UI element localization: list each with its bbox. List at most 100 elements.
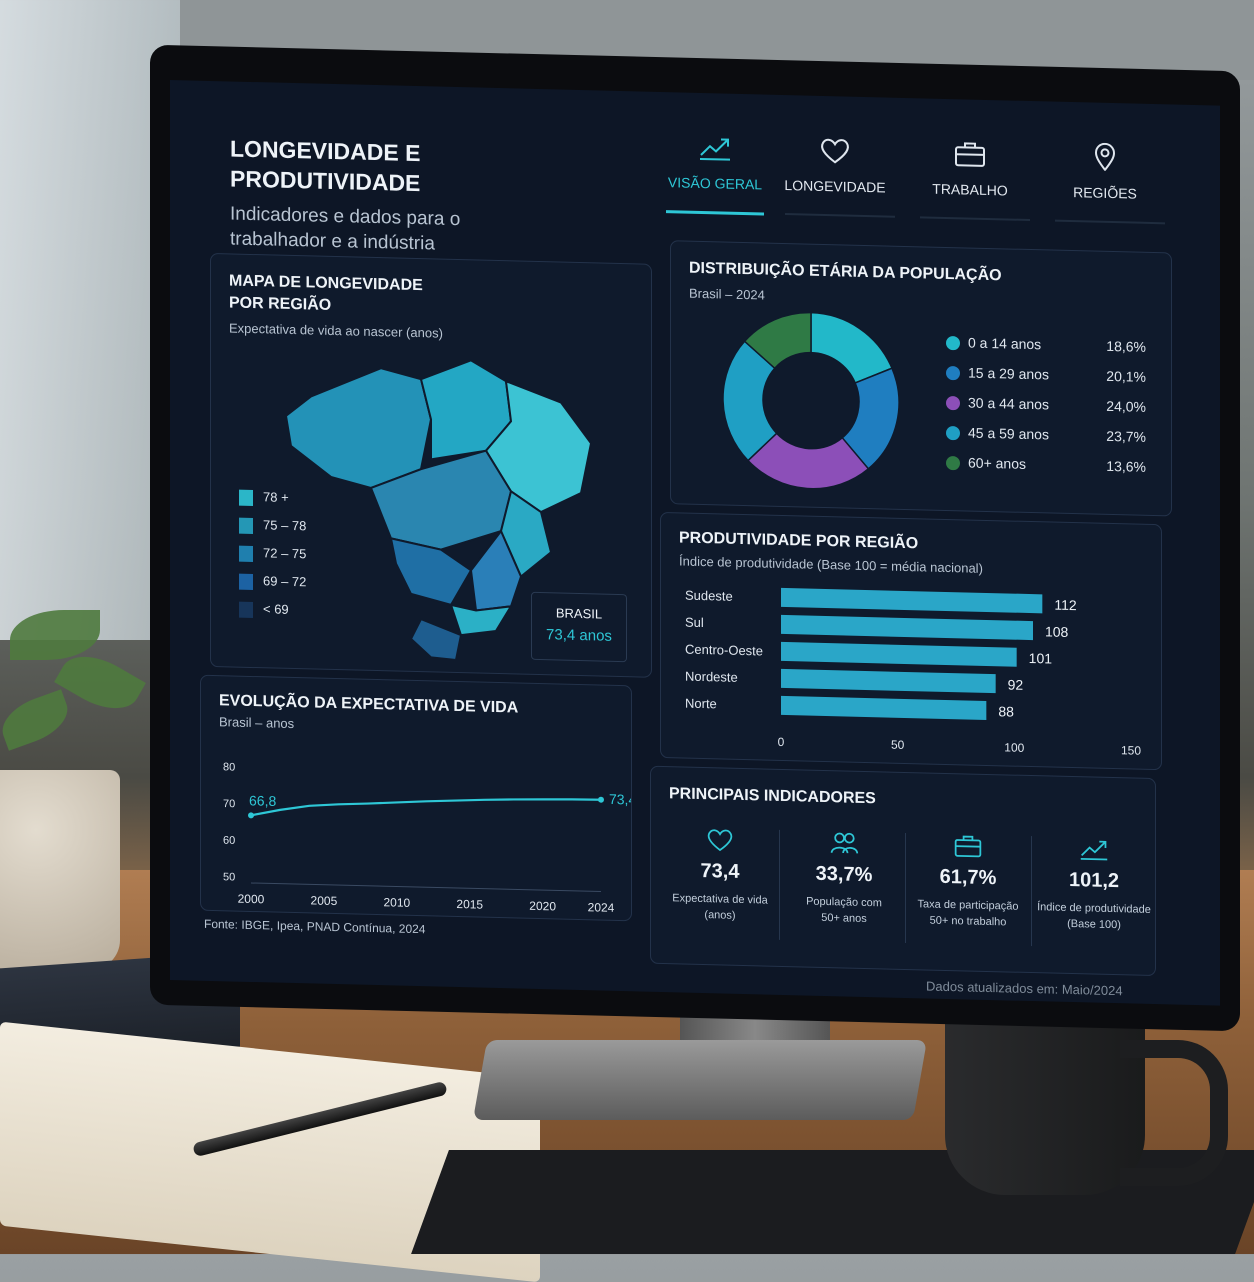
legend-item: 72 – 75 [239, 545, 306, 563]
indicator-value: 61,7% [939, 865, 997, 890]
legend-dot [946, 396, 960, 411]
legend-label: 69 – 72 [263, 573, 307, 590]
x-tick-label: 2005 [311, 893, 338, 908]
map-region-north-west [284, 367, 433, 489]
indicator-divider [905, 832, 906, 943]
bar [781, 641, 1017, 667]
bar-category-label: Nordeste [685, 669, 738, 685]
indicator-label-line1: Índice de produtividade [1037, 901, 1151, 916]
plant-pot [0, 770, 120, 970]
bar-category-label: Sudeste [685, 588, 733, 604]
legend-item: 69 – 72 [239, 573, 306, 591]
indicator-label-line2: 50+ no trabalho [929, 914, 1007, 929]
evolution-panel: EVOLUÇÃO DA EXPECTATIVA DE VIDA Brasil –… [200, 674, 632, 922]
line-start-point [248, 812, 254, 819]
legend-dot [946, 456, 960, 471]
productivity-panel: PRODUTIVIDADE POR REGIÃO Índice de produ… [660, 511, 1162, 771]
x-axis-line [251, 882, 601, 893]
brasil-label: BRASIL [555, 605, 603, 622]
legend-item: < 69 [239, 601, 289, 619]
productivity-subtitle: Índice de produtividade (Base 100 = médi… [679, 553, 983, 576]
y-tick-label: 70 [223, 798, 235, 810]
legend-swatch [239, 489, 253, 506]
line-end-point [598, 796, 604, 803]
bar-value-label: 101 [1029, 650, 1053, 667]
bar-value-label: 112 [1054, 597, 1077, 614]
bar [781, 614, 1033, 641]
bar [781, 668, 996, 694]
productivity-bar-chart: Sudeste 112 Sul 108 Centro-Oeste 101 Nordeste 9… [685, 587, 1141, 758]
indicator-value: 101,2 [1068, 868, 1120, 893]
distribution-label: 45 a 59 anos [968, 424, 1049, 443]
x-tick-label: 2010 [383, 895, 410, 910]
legend-label: 78 + [263, 489, 289, 505]
tab-longevidade[interactable]: LONGEVIDADE [780, 135, 890, 196]
age-distribution-donut [722, 311, 900, 490]
line-start-label: 66,8 [249, 792, 276, 809]
tab-label: VISÃO GERAL [667, 174, 763, 193]
coffee-mug-handle [1120, 1040, 1228, 1186]
distribution-legend-item: 15 a 29 anos 20,1% [946, 364, 1146, 385]
indicator-label-line1: Expectativa de vida [672, 892, 768, 907]
trend-icon [700, 138, 730, 161]
bar-category-label: Norte [685, 696, 717, 712]
distribution-value: 23,7% [1106, 427, 1146, 445]
distribution-value: 20,1% [1106, 367, 1146, 385]
distribution-label: 60+ anos [968, 454, 1026, 472]
updated-note: Dados atualizados em: Maio/2024 [926, 978, 1123, 999]
tab-visao-geral[interactable]: VISÃO GERAL [660, 132, 770, 193]
tab-label: REGIÕES [1073, 184, 1137, 202]
trend-icon [1080, 840, 1108, 861]
distribution-value: 18,6% [1106, 337, 1146, 355]
tab-trabalho[interactable]: TRABALHO [915, 138, 1025, 199]
bar [781, 587, 1043, 614]
distribution-title: DISTRIBUIÇÃO ETÁRIA DA POPULAÇÃO [689, 259, 1002, 285]
tab-label: TRABALHO [932, 180, 1008, 199]
x-tick-label: 100 [1004, 740, 1024, 754]
x-tick-label: 0 [778, 735, 785, 749]
indicator-population-50: 33,7% População com 50+ anos [785, 828, 903, 928]
distribution-legend-item: 45 a 59 anos 23,7% [946, 424, 1146, 445]
plant-leaf [0, 689, 75, 751]
source-note: Fonte: IBGE, Ipea, PNAD Contínua, 2024 [204, 916, 426, 937]
bar [781, 695, 987, 720]
map-region-sao-paulo [449, 603, 513, 637]
indicator-value: 33,7% [815, 862, 873, 887]
indicator-divider [779, 829, 780, 940]
monitor-stand-base [472, 1040, 928, 1120]
legend-dot [946, 336, 960, 351]
x-tick-label: 2015 [456, 897, 483, 912]
tab-divider [920, 216, 1030, 222]
distribution-panel: DISTRIBUIÇÃO ETÁRIA DA POPULAÇÃO Brasil … [670, 240, 1172, 517]
distribution-legend-item: 0 a 14 anos 18,6% [946, 334, 1146, 355]
heart-icon [821, 138, 849, 164]
legend-label: < 69 [263, 601, 289, 617]
indicator-label-line2: (anos) [704, 909, 736, 922]
line-end-label: 73,4 [609, 791, 631, 808]
y-tick-label: 50 [223, 871, 235, 883]
map-pin-icon [1094, 142, 1116, 172]
map-title: MAPA DE LONGEVIDADE POR REGIÃO [229, 270, 423, 319]
legend-item: 75 – 78 [239, 517, 306, 535]
distribution-label: 30 a 44 anos [968, 394, 1049, 413]
distribution-legend-item: 30 a 44 anos 24,0% [946, 394, 1146, 415]
dashboard-screen: LONGEVIDADE E PRODUTIVIDADE Indicadores … [170, 80, 1220, 1006]
indicator-label-line2: 50+ anos [821, 911, 867, 926]
life-expectancy-line-chart: 50 60 70 80 2000 2005 2010 2015 2020 2024 66,8 73,4 [223, 761, 631, 915]
x-tick-label: 2000 [238, 892, 265, 907]
brasil-value: 73,4 anos [546, 626, 612, 645]
legend-swatch [239, 545, 253, 562]
y-tick-label: 60 [223, 835, 235, 847]
distribution-value: 24,0% [1106, 397, 1146, 415]
legend-swatch [239, 573, 253, 590]
x-tick-label: 150 [1121, 743, 1141, 757]
map-panel: MAPA DE LONGEVIDADE POR REGIÃO Expectati… [210, 252, 652, 678]
heart-icon [707, 829, 733, 852]
people-icon [830, 832, 859, 854]
productivity-title: PRODUTIVIDADE POR REGIÃO [679, 529, 919, 553]
x-tick-label: 2024 [588, 900, 615, 915]
indicator-divider [1031, 836, 1032, 947]
legend-swatch [239, 517, 253, 534]
tab-regioes[interactable]: REGIÕES [1050, 142, 1160, 203]
x-tick-label: 50 [891, 738, 905, 752]
